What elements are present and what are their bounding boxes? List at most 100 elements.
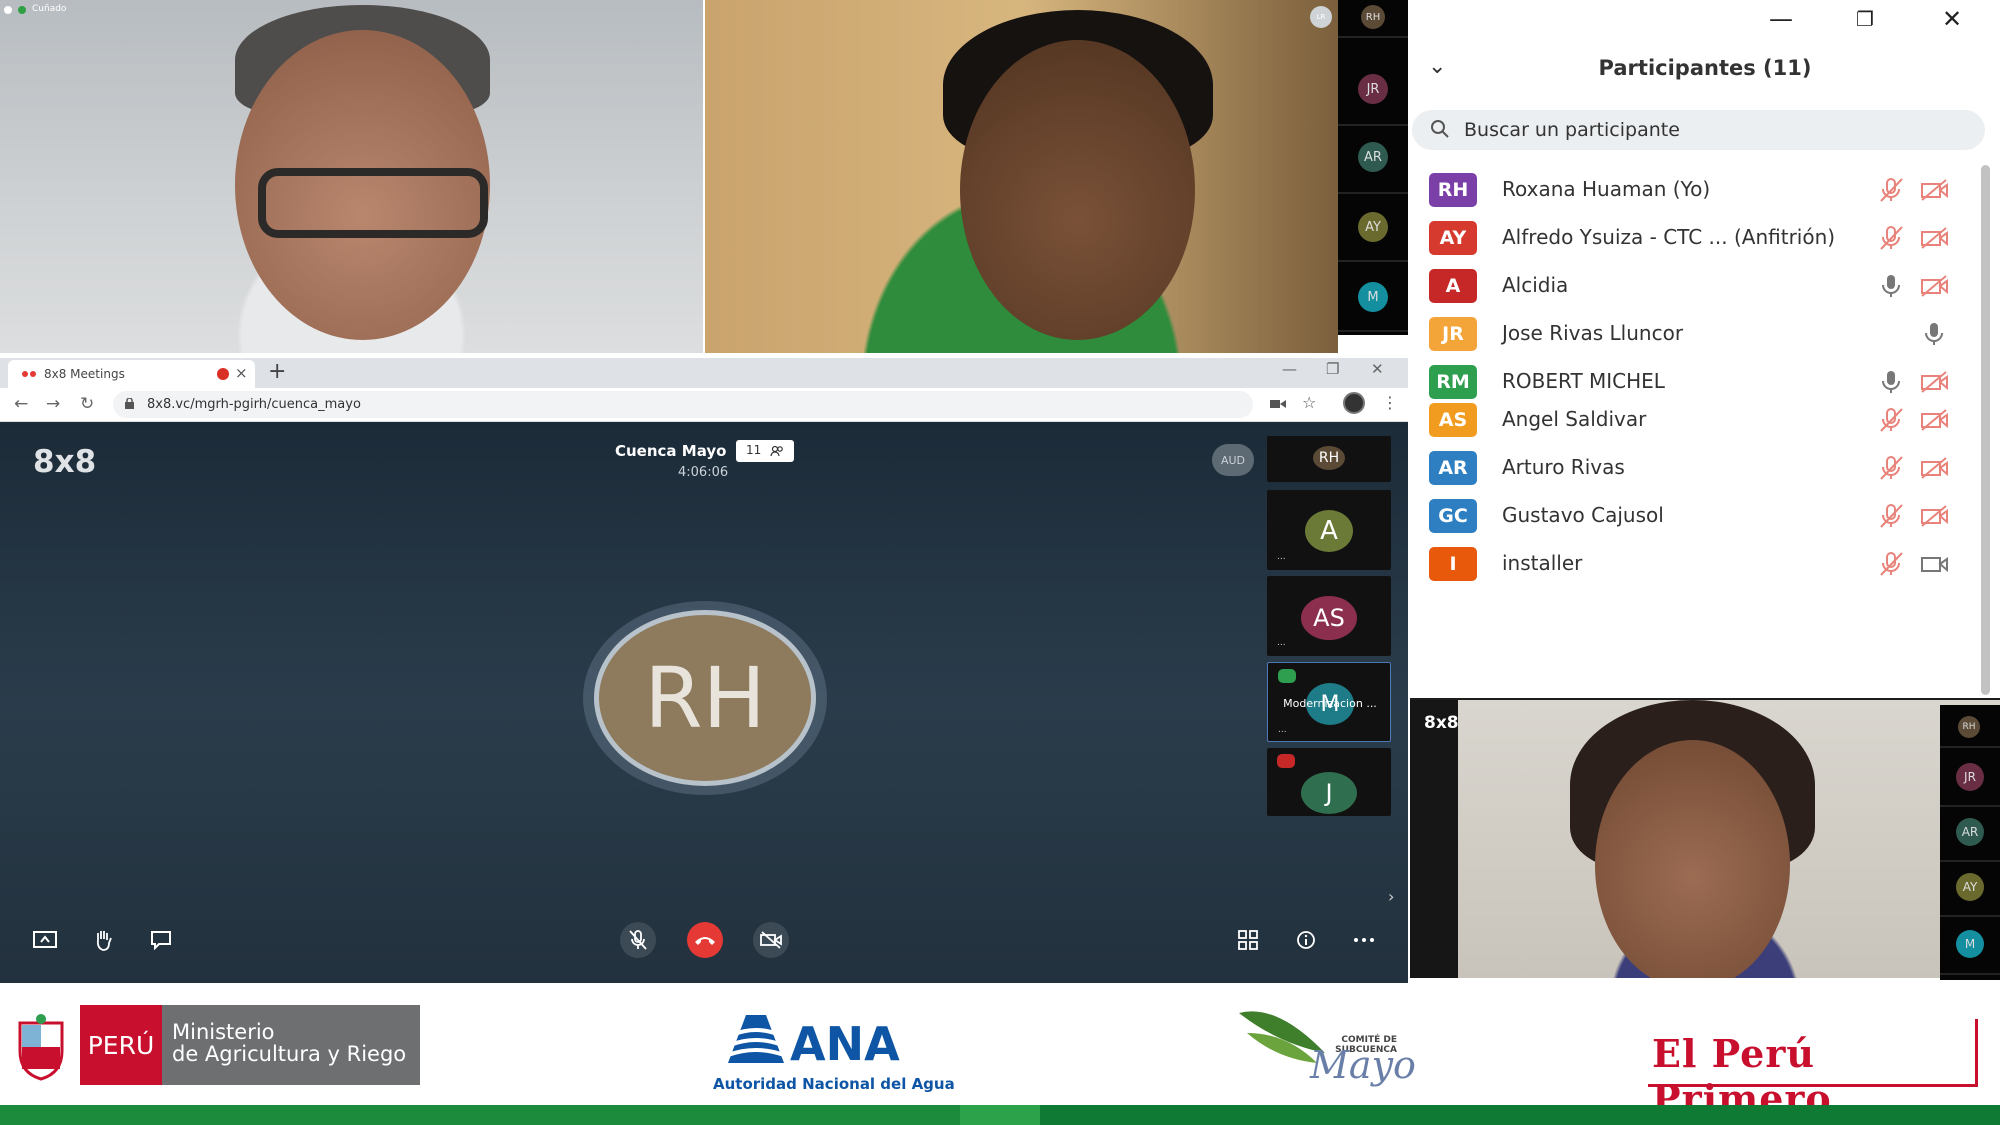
participant-avatar: AS <box>1429 403 1477 437</box>
camera-off-icon <box>1921 275 1948 297</box>
user-tag: LR <box>1310 6 1332 28</box>
thumb-tile[interactable]: M <box>1940 920 2000 975</box>
forward-button[interactable]: → <box>46 394 60 414</box>
thumb-avatar: AY <box>1956 873 1984 901</box>
browser-window: 8x8 Meetings × + — ❐ ✕ ← → ↻ 8x8.vc/mgrh… <box>0 358 1408 983</box>
thumb-tile[interactable]: M <box>1338 272 1408 332</box>
participant-name: Jose Rivas Lluncor <box>1502 321 1684 345</box>
camera-toggle-button[interactable] <box>753 922 789 958</box>
filmstrip-tile[interactable]: RH <box>1267 436 1391 482</box>
participant-name: installer <box>1502 551 1583 575</box>
thumb-avatar: AR <box>1956 818 1984 846</box>
mute-mic-button[interactable] <box>620 922 656 958</box>
more-dots[interactable]: ... <box>1277 638 1286 648</box>
thumb-tile[interactable]: RH <box>1940 710 2000 748</box>
ana-logo-text: ANA <box>790 1017 900 1071</box>
person-face <box>1595 740 1790 978</box>
participant-avatar: RM <box>1429 365 1477 399</box>
participant-count-badge[interactable]: 11 <box>736 440 794 462</box>
participant-search[interactable] <box>1412 110 1985 150</box>
filmstrip-tile-active[interactable]: M Modernizacion ... ... <box>1267 662 1391 742</box>
camera-off-icon <box>1921 227 1948 249</box>
url-field[interactable]: 8x8.vc/mgrh-pgirh/cuenca_mayo <box>113 391 1253 418</box>
ana-wave-logo-icon <box>727 1015 785 1063</box>
mic-muted-icon <box>1880 178 1903 202</box>
search-icon <box>1431 120 1449 138</box>
meeting-brand-logo: 8x8 <box>33 444 97 480</box>
tile-view-button[interactable] <box>1230 922 1266 958</box>
end-call-button[interactable] <box>687 922 723 958</box>
filmstrip-tile[interactable]: J <box>1267 748 1391 816</box>
minimize-button[interactable]: — <box>1761 4 1801 34</box>
participant-row[interactable]: Iinstaller <box>1410 539 1988 587</box>
reload-button[interactable]: ↻ <box>80 394 94 414</box>
thumb-avatar: AY <box>1358 212 1388 242</box>
chat-button[interactable] <box>143 922 179 958</box>
participant-row[interactable]: AY Alfredo Ysuiza - CTC ... (Anfitrión) <box>1410 213 1988 261</box>
filmstrip-tile[interactable]: A ... <box>1267 490 1391 570</box>
camera-off-icon <box>1921 409 1948 431</box>
share-screen-button[interactable] <box>27 922 63 958</box>
thumb-tile[interactable]: AR <box>1338 136 1408 194</box>
filmstrip-tile[interactable]: AS ... <box>1267 576 1391 656</box>
participant-name: Roxana Huaman (Yo) <box>1502 177 1711 201</box>
lock-icon <box>125 398 134 409</box>
signal-icon <box>1278 669 1296 683</box>
thumb-avatar: JR <box>1956 763 1984 791</box>
thumbnail-strip-top: RH JR AR AY M <box>1338 0 1408 335</box>
bookmark-star-icon[interactable]: ☆ <box>1302 393 1316 412</box>
window-dot-icon <box>18 6 26 14</box>
thumb-tile[interactable]: RH <box>1338 0 1408 38</box>
thumb-tile[interactable]: JR <box>1940 755 2000 807</box>
address-bar-row: ← → ↻ 8x8.vc/mgrh-pgirh/cuenca_mayo ☆ ⋮ <box>0 388 1408 422</box>
more-options-button[interactable] <box>1346 922 1382 958</box>
restore-button[interactable]: ❐ <box>1845 4 1885 34</box>
participant-row[interactable]: JR Jose Rivas Lluncor <box>1410 309 1988 357</box>
browser-minimize-button[interactable]: — <box>1282 360 1297 378</box>
thumb-tile[interactable]: AY <box>1338 204 1408 262</box>
mic-muted-icon <box>1880 226 1903 250</box>
camera-off-icon <box>1921 457 1948 479</box>
signal-icon <box>1277 754 1295 768</box>
camera-icon[interactable] <box>1270 398 1286 410</box>
close-button[interactable]: ✕ <box>1932 4 1972 34</box>
browser-restore-button[interactable]: ❐ <box>1326 360 1339 378</box>
tab-close-icon[interactable]: × <box>235 364 248 382</box>
participant-row[interactable]: AR Arturo Rivas <box>1410 443 1988 491</box>
mayo-logo-text: Mayo <box>1310 1043 1416 1087</box>
peru-coat-of-arms-icon <box>18 1014 64 1081</box>
tab-8x8-meetings[interactable]: 8x8 Meetings × <box>8 360 255 388</box>
chevron-right-icon[interactable]: › <box>1388 887 1394 906</box>
participant-row[interactable]: RH Roxana Huaman (Yo) <box>1410 165 1988 213</box>
more-dots[interactable]: ... <box>1278 725 1287 735</box>
filmstrip-avatar: J <box>1301 772 1357 814</box>
participant-row[interactable]: GC Gustavo Cajusol <box>1410 491 1988 539</box>
browser-close-button[interactable]: ✕ <box>1371 360 1384 378</box>
participant-avatar: I <box>1429 547 1477 581</box>
chat-icon <box>151 931 171 950</box>
camera-icon <box>1921 557 1948 573</box>
mic-muted-icon <box>1880 504 1903 528</box>
participant-row[interactable]: A Alcidia <box>1410 261 1988 309</box>
video-tile-speaker-2 <box>705 0 1338 353</box>
new-tab-button[interactable]: + <box>268 359 286 384</box>
search-input[interactable] <box>1464 114 1964 146</box>
thumb-tile[interactable]: AY <box>1940 865 2000 917</box>
panel-scrollbar[interactable] <box>1981 165 1990 695</box>
thumb-tile[interactable]: JR <box>1338 68 1408 126</box>
mic-icon <box>1882 275 1900 297</box>
profile-avatar[interactable] <box>1343 392 1365 414</box>
more-dots[interactable]: ... <box>1277 552 1286 562</box>
participant-row[interactable]: AS Angel Saldivar <box>1410 395 1988 443</box>
filmstrip-name: Modernizacion ... <box>1283 697 1377 710</box>
person-face <box>960 40 1195 340</box>
back-button[interactable]: ← <box>14 394 28 414</box>
info-button[interactable] <box>1288 922 1324 958</box>
people-icon <box>770 445 783 457</box>
recording-icon <box>217 368 229 380</box>
raise-hand-button[interactable] <box>85 922 121 958</box>
meeting-stage: 8x8 Cuenca Mayo 11 4:06:06 AUD RH RH A .… <box>0 422 1408 983</box>
thumb-tile[interactable]: AR <box>1940 810 2000 862</box>
mic-icon <box>1882 371 1900 393</box>
browser-menu-icon[interactable]: ⋮ <box>1382 393 1398 412</box>
